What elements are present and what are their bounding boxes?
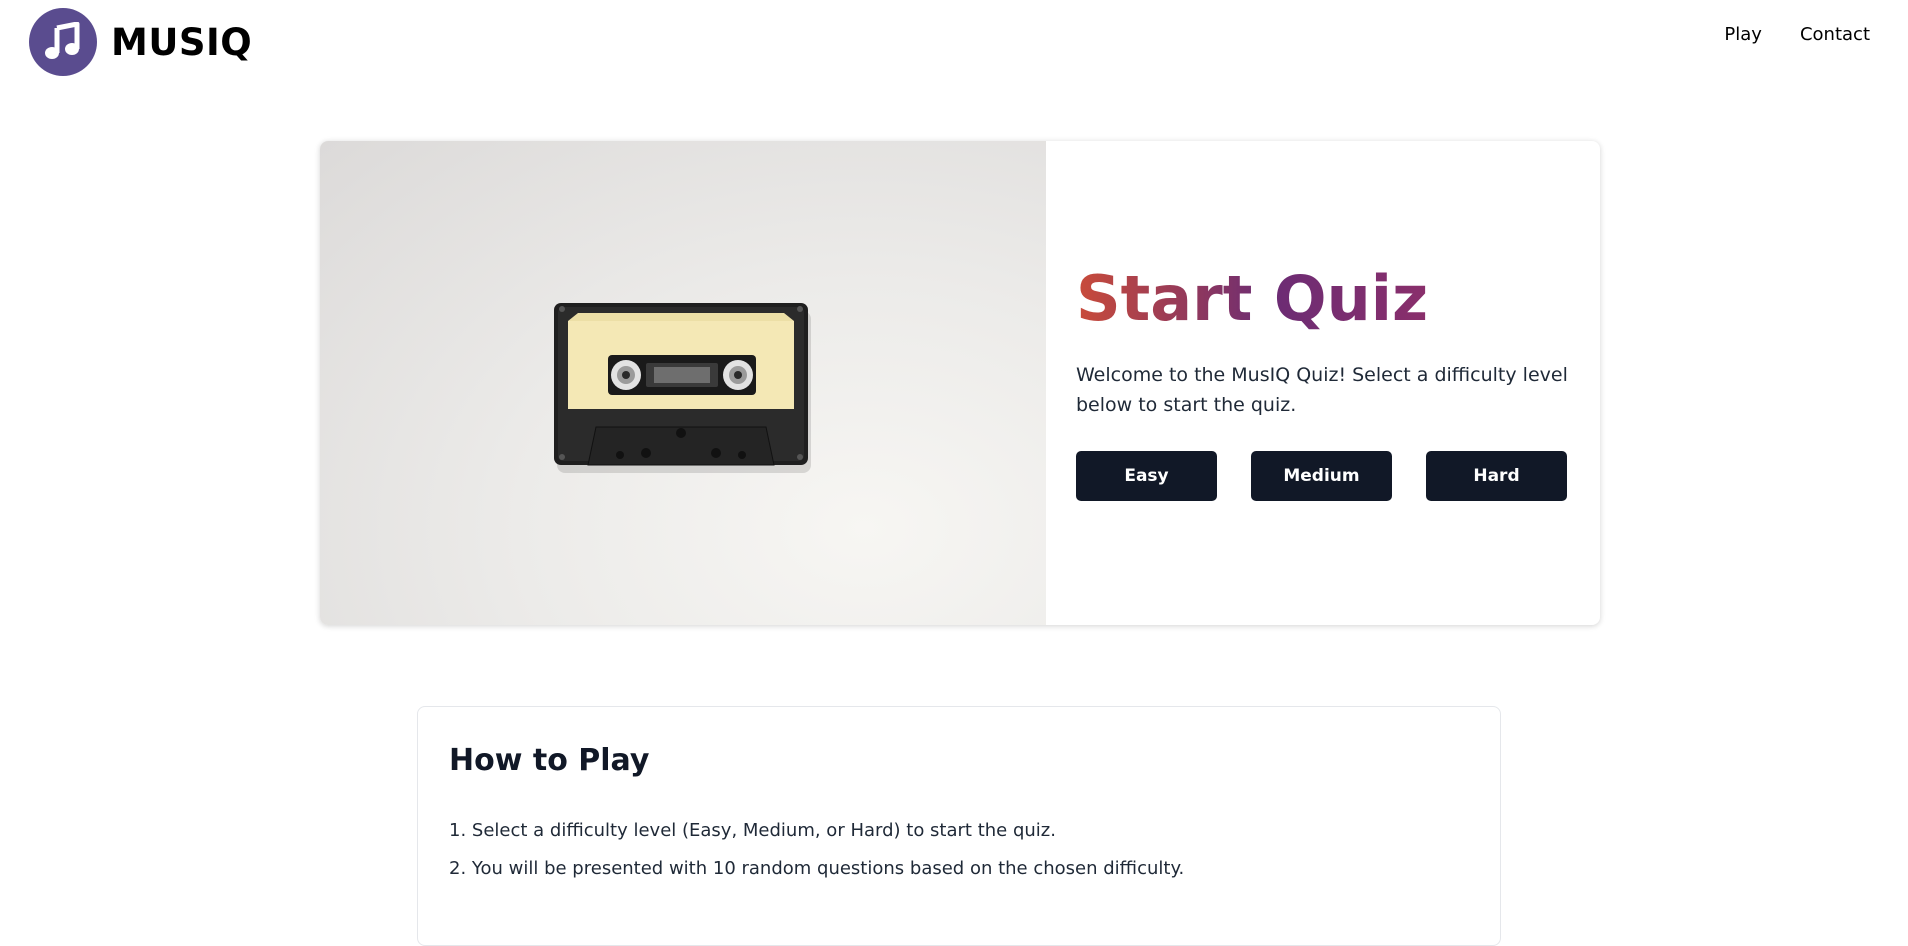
cassette-tape-image — [320, 141, 1046, 625]
brand-name: MUSIQ — [111, 20, 253, 64]
how-to-play-card: How to Play 1. Select a difficulty level… — [417, 706, 1501, 946]
music-note-icon — [29, 8, 97, 76]
medium-button[interactable]: Medium — [1251, 451, 1392, 501]
how-to-play-heading: How to Play — [449, 743, 650, 778]
list-item: 2. You will be presented with 10 random … — [449, 858, 1185, 879]
site-header: MUSIQ Play Contact — [0, 0, 1908, 86]
difficulty-buttons: Easy Medium Hard — [1076, 451, 1567, 501]
how-to-play-steps: 1. Select a difficulty level (Easy, Medi… — [449, 812, 1184, 888]
list-item: 1. Select a difficulty level (Easy, Medi… — [449, 820, 1056, 841]
page-title: Start Quiz — [1076, 262, 1429, 335]
main-nav: Play Contact — [1724, 24, 1870, 45]
hard-button[interactable]: Hard — [1426, 451, 1567, 501]
nav-play-link[interactable]: Play — [1724, 24, 1762, 45]
easy-button[interactable]: Easy — [1076, 451, 1217, 501]
start-quiz-panel: Start Quiz Welcome to the MusIQ Quiz! Se… — [1046, 141, 1600, 625]
quiz-description: Welcome to the MusIQ Quiz! Select a diff… — [1076, 364, 1568, 416]
nav-contact-link[interactable]: Contact — [1800, 24, 1870, 45]
logo-link[interactable]: MUSIQ — [29, 8, 252, 76]
start-quiz-card: Start Quiz Welcome to the MusIQ Quiz! Se… — [320, 141, 1600, 625]
